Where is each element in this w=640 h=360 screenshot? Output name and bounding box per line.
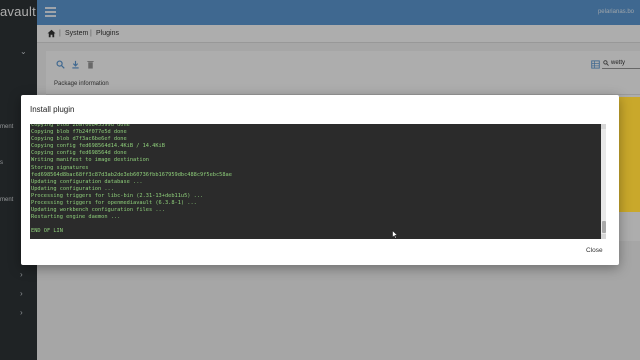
scroll-up-arrow[interactable] xyxy=(601,124,606,129)
console-line: Updating workbench configuration files .… xyxy=(31,207,165,214)
console-lines: Copying blob 2baf06845599d done Copying b… xyxy=(31,124,599,236)
console-scrollbar[interactable] xyxy=(601,124,606,239)
console-line: Copying blob f7b24f077e5d done xyxy=(31,129,127,136)
console-line: Updating configuration database ... xyxy=(31,178,143,185)
console-line: Restarting engine daemon ... xyxy=(31,214,121,221)
console-line: fed698564d8bac68ff3c87d3ab2de3eb60736fbb… xyxy=(31,171,232,178)
console-line: Processing triggers for openmediavault (… xyxy=(31,200,197,207)
console-line: END OF LIN xyxy=(31,228,63,235)
mouse-cursor-icon xyxy=(392,230,398,239)
console-line: Copying blob d7f3ac6be6ef done xyxy=(31,136,127,143)
console-line: Processing triggers for libc-bin (2.31-1… xyxy=(31,192,204,199)
console-line: Copying config fed698564d14.4KiB / 14.4K… xyxy=(31,143,165,150)
scroll-down-arrow[interactable] xyxy=(601,234,606,239)
console-line: Writing manifest to image destination xyxy=(31,157,149,164)
dialog-title: Install plugin xyxy=(30,105,75,114)
console-line: Copying config fed698564d done xyxy=(31,150,127,157)
console-line: Updating configuration ... xyxy=(31,185,114,192)
console-line: Storing signatures xyxy=(31,164,89,171)
close-button[interactable]: Close xyxy=(586,247,603,254)
install-plugin-dialog: Install plugin Copying blob 2baf06845599… xyxy=(21,95,619,265)
console-output[interactable]: Copying blob 2baf06845599d done Copying b… xyxy=(30,124,606,239)
scroll-thumb[interactable] xyxy=(601,221,606,233)
